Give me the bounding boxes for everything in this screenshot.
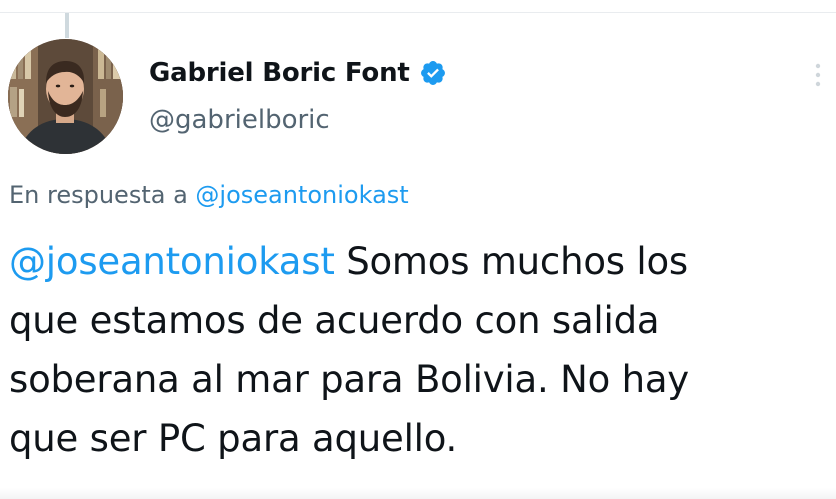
bottom-edge (0, 488, 836, 499)
author-name-row[interactable]: Gabriel Boric Font (149, 55, 447, 91)
tweet-mention-link[interactable]: @joseantoniokast (9, 240, 335, 283)
tweet-page: Gabriel Boric Font @gabrielboric En resp… (0, 0, 836, 499)
tweet-line-1-text: Somos muchos los (334, 240, 688, 283)
tweet-line-2: que estamos de acuerdo con salida (9, 299, 660, 342)
tweet-line-1: @joseantoniokast Somos muchos los (9, 232, 829, 291)
reply-context: En respuesta a @joseantoniokast (9, 181, 409, 209)
more-options-icon[interactable] (812, 62, 824, 88)
top-divider (0, 12, 836, 13)
tweet-line-4: que ser PC para aquello. (9, 417, 458, 460)
reply-mention-link[interactable]: @joseantoniokast (195, 181, 408, 209)
avatar-photo (8, 39, 123, 154)
reply-prefix: En respuesta a (9, 181, 188, 209)
verified-badge-icon (419, 59, 447, 87)
avatar[interactable] (8, 39, 123, 154)
thread-connector-line (65, 13, 69, 38)
tweet-text: @joseantoniokast Somos muchos los que es… (9, 232, 829, 468)
tweet-line-3: soberana al mar para Bolivia. No hay (9, 358, 689, 401)
author-handle[interactable]: @gabrielboric (149, 105, 330, 135)
author-display-name[interactable]: Gabriel Boric Font (149, 58, 410, 88)
